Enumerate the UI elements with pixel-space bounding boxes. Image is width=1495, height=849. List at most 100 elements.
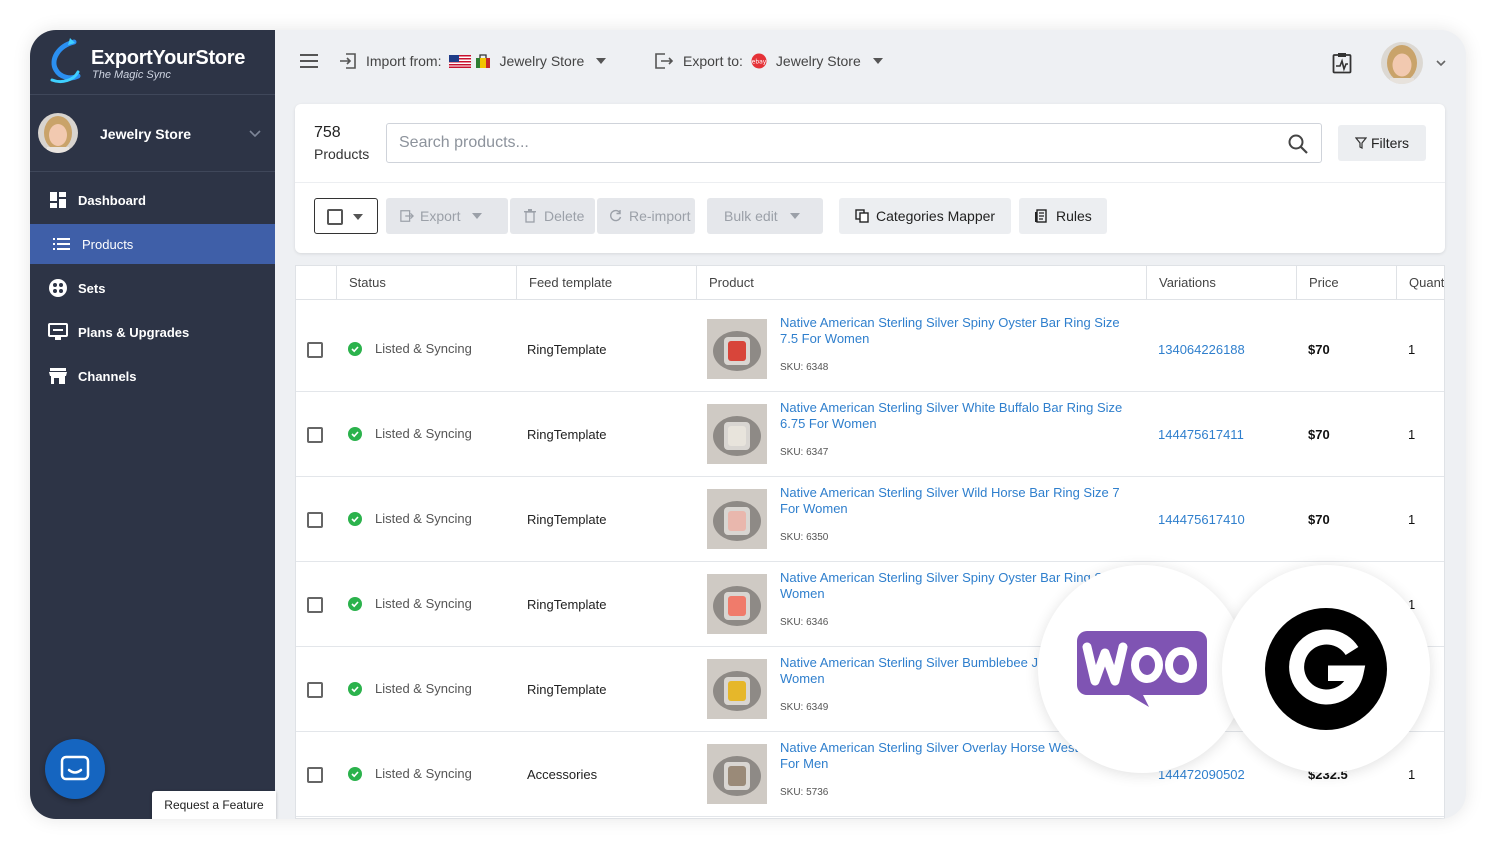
status-text: Listed & Syncing	[375, 426, 472, 441]
caret-down-icon	[789, 213, 800, 219]
column-header-variations[interactable]: Variations	[1146, 266, 1296, 300]
feed-template: RingTemplate	[527, 427, 607, 442]
variation-id-link[interactable]: 134064226188	[1158, 342, 1245, 357]
product-thumbnail[interactable]	[707, 489, 767, 549]
table-row[interactable]: Listed & Syncing RingTemplate Native Ameri…	[296, 477, 1444, 562]
variation-id-link[interactable]: 144472090502	[1158, 767, 1245, 782]
list-icon	[52, 234, 72, 254]
status-cell: Listed & Syncing	[348, 511, 472, 526]
variation-id-link[interactable]: 144475617411	[1158, 427, 1244, 442]
export-icon	[400, 209, 414, 223]
store-switcher[interactable]: Jewelry Store	[30, 95, 275, 172]
status-cell: Listed & Syncing	[348, 766, 472, 781]
product-title-link[interactable]: Native American Sterling Silver White Bu…	[780, 400, 1140, 432]
feed-template: RingTemplate	[527, 597, 607, 612]
delete-button[interactable]: Delete	[510, 198, 595, 234]
request-feature-button[interactable]: Request a Feature	[152, 791, 276, 819]
sidebar-item-products[interactable]: Products	[30, 224, 275, 264]
column-header-quantity[interactable]: Quant	[1396, 266, 1444, 300]
dashboard-icon	[48, 190, 68, 210]
products-count-label: Products	[314, 146, 370, 162]
product-sku: SKU: 6348	[780, 362, 829, 373]
feed-template: RingTemplate	[527, 512, 607, 527]
woocommerce-logo-bubble	[1038, 565, 1246, 773]
feed-template: RingTemplate	[527, 682, 607, 697]
table-row[interactable]: Listed & Syncing RingTemplate Native Ameri…	[296, 307, 1444, 392]
quantity-value: 1	[1408, 342, 1416, 357]
caret-down-icon	[596, 58, 607, 64]
check-circle-icon	[348, 681, 362, 696]
product-thumbnail[interactable]	[707, 744, 767, 804]
product-title-link[interactable]: Native American Sterling Silver Wild Hor…	[780, 485, 1140, 517]
app-logo[interactable]: ExportYourStore The Magic Sync	[30, 30, 275, 95]
row-checkbox[interactable]	[307, 597, 323, 613]
import-store-name: Jewelry Store	[499, 53, 585, 69]
chevron-down-icon[interactable]	[1435, 58, 1447, 68]
row-checkbox[interactable]	[307, 682, 323, 698]
select-all-dropdown[interactable]	[314, 198, 378, 234]
product-thumbnail[interactable]	[707, 404, 767, 464]
check-circle-icon	[348, 426, 362, 441]
sidebar-item-label: Plans & Upgrades	[78, 324, 190, 340]
bulk-edit-button[interactable]: Bulk edit	[707, 198, 823, 234]
hamburger-menu-icon[interactable]	[300, 54, 318, 68]
feed-template: Accessories	[527, 767, 598, 782]
reimport-button[interactable]: Re-import	[597, 198, 695, 234]
bulk-edit-label: Bulk edit	[724, 208, 778, 224]
sidebar-item-plans[interactable]: Plans & Upgrades	[30, 312, 275, 352]
copy-icon	[855, 209, 869, 223]
sidebar-item-channels[interactable]: Channels	[30, 356, 275, 396]
column-header-product[interactable]: Product	[696, 266, 1146, 300]
export-to-selector[interactable]: Export to: ebay Jewelry Store	[654, 52, 883, 70]
search-input[interactable]	[387, 124, 1267, 162]
sidebar: ExportYourStore The Magic Sync Jewelry S…	[30, 30, 276, 819]
filters-button[interactable]: Filters	[1338, 125, 1426, 161]
product-thumbnail[interactable]	[707, 659, 767, 719]
gemstone	[728, 596, 746, 616]
check-circle-icon	[348, 341, 362, 356]
row-checkbox[interactable]	[307, 767, 323, 783]
chat-icon	[60, 755, 90, 781]
svg-text:ebay: ebay	[752, 59, 767, 66]
app-tagline: The Magic Sync	[92, 69, 171, 81]
column-header-status[interactable]: Status	[336, 266, 516, 300]
filter-funnel-icon	[1354, 137, 1367, 149]
export-icon	[655, 53, 674, 69]
products-toolbar-card: 758 Products Filters Export	[295, 104, 1445, 253]
import-from-selector[interactable]: Import from: Jewelry Store	[339, 52, 607, 70]
ebay-badge-icon: ebay	[751, 53, 767, 69]
quantity-value: 1	[1408, 427, 1416, 442]
chat-launcher-button[interactable]	[45, 739, 105, 799]
refresh-icon	[609, 209, 623, 223]
feed-template: RingTemplate	[527, 342, 607, 357]
caret-down-icon	[472, 213, 483, 219]
row-checkbox[interactable]	[307, 342, 323, 358]
app-window: ExportYourStore The Magic Sync Jewelry S…	[30, 30, 1466, 819]
categories-mapper-button[interactable]: Categories Mapper	[839, 198, 1011, 234]
rules-button[interactable]: Rules	[1019, 198, 1107, 234]
table-row[interactable]: Listed & Syncing RingTemplate Native Ameri…	[296, 392, 1444, 477]
activity-clipboard-icon[interactable]	[1332, 52, 1352, 74]
sidebar-item-dashboard[interactable]: Dashboard	[30, 180, 275, 220]
sidebar-item-sets[interactable]: Sets	[30, 268, 275, 308]
products-count: 758	[314, 124, 341, 141]
export-button[interactable]: Export	[386, 198, 508, 234]
user-avatar[interactable]	[1381, 42, 1423, 84]
product-thumbnail[interactable]	[707, 574, 767, 634]
search-icon[interactable]	[1287, 133, 1309, 155]
sidebar-item-label: Channels	[78, 368, 137, 384]
row-checkbox[interactable]	[307, 512, 323, 528]
product-thumbnail[interactable]	[707, 319, 767, 379]
variation-id-link[interactable]: 144475617410	[1158, 512, 1245, 527]
row-checkbox[interactable]	[307, 427, 323, 443]
search-box	[386, 123, 1322, 163]
status-text: Listed & Syncing	[375, 766, 472, 781]
divider	[295, 182, 1445, 183]
select-all-checkbox[interactable]	[327, 209, 343, 225]
chevron-down-icon	[249, 130, 261, 138]
gemstone	[728, 681, 746, 701]
column-header-price[interactable]: Price	[1296, 266, 1396, 300]
google-g-logo-icon	[1265, 608, 1387, 730]
product-title-link[interactable]: Native American Sterling Silver Spiny Oy…	[780, 315, 1140, 347]
column-header-feed-template[interactable]: Feed template	[516, 266, 696, 300]
